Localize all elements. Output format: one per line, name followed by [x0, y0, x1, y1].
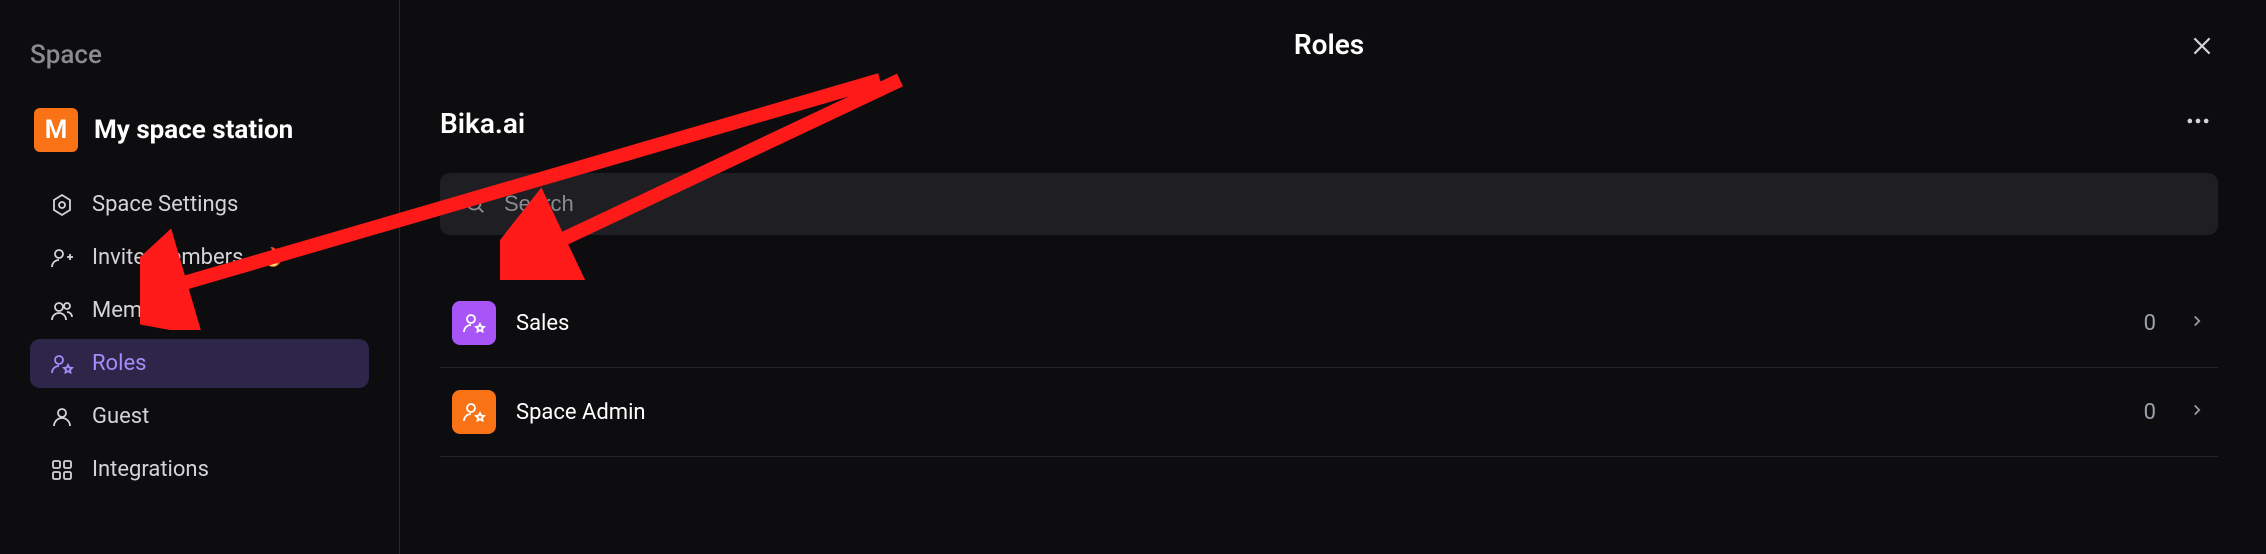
dots-horizontal-icon — [2184, 107, 2212, 135]
sidebar-item-space-settings[interactable]: Space Settings — [30, 180, 369, 229]
role-icon — [452, 390, 496, 434]
more-menu-button[interactable] — [2178, 101, 2218, 145]
role-item-sales[interactable]: Sales 0 — [440, 279, 2218, 368]
role-count: 0 — [2144, 311, 2156, 336]
annotation-arrow-sales — [500, 60, 920, 280]
close-icon — [2189, 33, 2215, 59]
sidebar-item-label: Integrations — [92, 457, 209, 482]
chevron-right-icon — [2188, 312, 2206, 334]
sidebar-item-label: Roles — [92, 351, 146, 376]
fire-icon: 🔥 — [261, 247, 283, 268]
workspace-selector[interactable]: M My space station — [30, 108, 369, 152]
sidebar-item-invite-members[interactable]: Invite Members 🔥 — [30, 233, 369, 282]
sidebar-item-roles[interactable]: Roles — [30, 339, 369, 388]
user-star-icon — [462, 311, 486, 335]
role-icon — [452, 301, 496, 345]
user-plus-icon — [50, 246, 74, 270]
main-header: Roles — [440, 28, 2218, 61]
search-container[interactable] — [440, 173, 2218, 235]
workspace-badge: M — [34, 108, 78, 152]
workspace-name: My space station — [94, 115, 293, 145]
sidebar-heading: Space — [30, 40, 369, 70]
role-list: Sales 0 Space Admin 0 — [440, 279, 2218, 457]
user-star-icon — [50, 352, 74, 376]
role-name: Sales — [516, 311, 2124, 336]
main-panel: Roles Bika.ai Sales 0 Space Admin 0 — [400, 0, 2266, 554]
user-star-icon — [462, 400, 486, 424]
sidebar-item-label: Guest — [92, 404, 149, 429]
section-header: Bika.ai — [440, 101, 2218, 145]
search-input[interactable] — [504, 191, 2194, 217]
role-name: Space Admin — [516, 400, 2124, 425]
sidebar-item-members[interactable]: Members — [30, 286, 369, 335]
close-button[interactable] — [2186, 30, 2218, 62]
sidebar-item-label: Space Settings — [92, 192, 238, 217]
user-icon — [50, 405, 74, 429]
grid-icon — [50, 458, 74, 482]
chevron-right-icon — [2188, 401, 2206, 423]
settings-gear-icon — [50, 193, 74, 217]
sidebar-item-label: Invite Members — [92, 245, 243, 270]
page-title: Roles — [1294, 28, 1364, 61]
sidebar-item-guest[interactable]: Guest — [30, 392, 369, 441]
sidebar-nav: Space Settings Invite Members 🔥 Members R… — [30, 180, 369, 494]
section-title: Bika.ai — [440, 107, 525, 140]
search-icon — [464, 193, 486, 215]
sidebar: Space M My space station Space Settings … — [0, 0, 400, 554]
users-icon — [50, 299, 74, 323]
role-item-space-admin[interactable]: Space Admin 0 — [440, 368, 2218, 457]
sidebar-item-integrations[interactable]: Integrations — [30, 445, 369, 494]
sidebar-item-label: Members — [92, 298, 185, 323]
role-count: 0 — [2144, 400, 2156, 425]
